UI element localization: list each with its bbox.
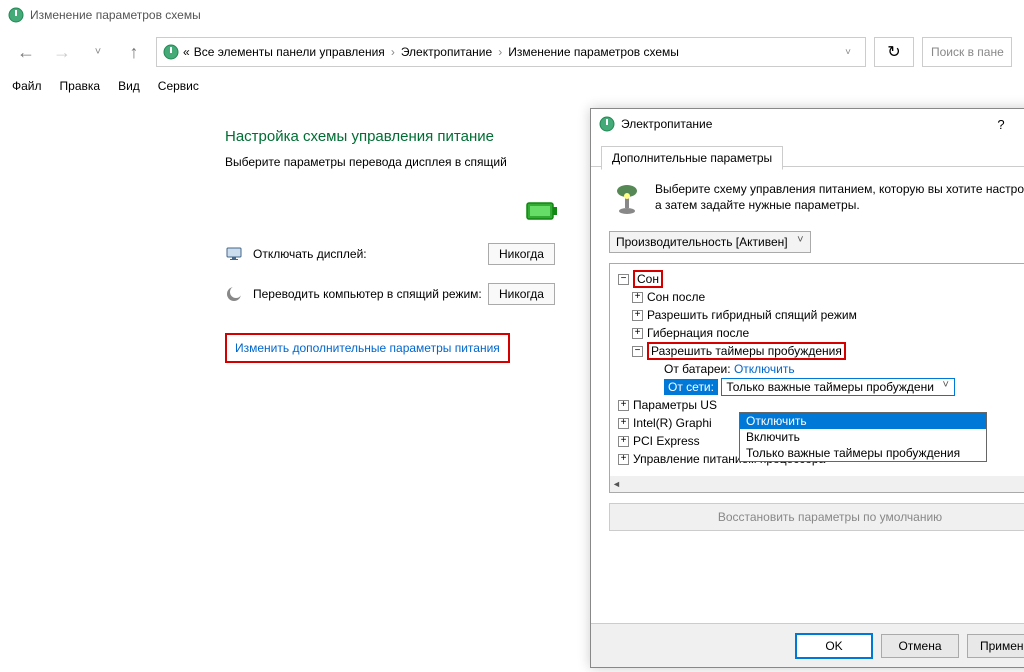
tree-intel-graphics[interactable]: Intel(R) Graphi xyxy=(633,416,712,430)
refresh-button[interactable]: ↻ xyxy=(874,37,914,67)
dialog-titlebar: Электропитание ? ✕ xyxy=(591,109,1024,139)
dropdown-option-disable[interactable]: Отключить xyxy=(740,413,986,429)
wake-ac-label: От сети: xyxy=(664,379,718,395)
power-plan-select[interactable]: Производительность [Активен] xyxy=(609,231,811,253)
dialog-title: Электропитание xyxy=(621,117,981,131)
breadcrumb-item[interactable]: Все элементы панели управления xyxy=(194,45,385,59)
menu-tools[interactable]: Сервис xyxy=(158,79,199,93)
restore-defaults-button[interactable]: Восстановить параметры по умолчанию xyxy=(609,503,1024,531)
menu-edit[interactable]: Правка xyxy=(60,79,101,93)
tree-wake-timers[interactable]: Разрешить таймеры пробуждения xyxy=(647,342,846,360)
tree-hscrollbar[interactable]: ◄ ► xyxy=(610,476,1024,492)
display-off-value[interactable]: Никогда xyxy=(488,243,555,265)
tree-hybrid-sleep[interactable]: Разрешить гибридный спящий режим xyxy=(647,308,857,322)
tree-sleep-after[interactable]: Сон после xyxy=(647,290,705,304)
advanced-link-highlight: Изменить дополнительные параметры питани… xyxy=(225,333,510,363)
advanced-settings-link[interactable]: Изменить дополнительные параметры питани… xyxy=(235,341,500,355)
nav-recent[interactable]: ˅ xyxy=(84,38,112,66)
ok-button[interactable]: OK xyxy=(795,633,873,659)
monitor-icon xyxy=(225,245,243,263)
cancel-button[interactable]: Отмена xyxy=(881,634,959,658)
tree-hibernate-after[interactable]: Гибернация после xyxy=(647,326,749,340)
tree-sleep[interactable]: Сон xyxy=(633,270,663,288)
breadcrumb-item[interactable]: Изменение параметров схемы xyxy=(508,45,679,59)
tree-pci-express[interactable]: PCI Express xyxy=(633,434,700,448)
expand-icon[interactable]: + xyxy=(632,310,643,321)
expand-icon[interactable]: + xyxy=(618,454,629,465)
battery-icon xyxy=(525,199,561,223)
breadcrumb-prefix: « xyxy=(183,45,190,59)
menu-file[interactable]: Файл xyxy=(12,79,42,93)
settings-tree: −Сон +Сон после +Разрешить гибридный спя… xyxy=(609,263,1024,493)
dialog-footer: OK Отмена Применить xyxy=(591,623,1024,667)
nav-forward[interactable]: → xyxy=(48,38,76,66)
sleep-label: Переводить компьютер в спящий режим: xyxy=(253,287,488,301)
wake-ac-dropdown: Отключить Включить Только важные таймеры… xyxy=(739,412,987,462)
wake-battery-value[interactable]: Отключить xyxy=(734,362,795,376)
collapse-icon[interactable]: − xyxy=(618,274,629,285)
wake-battery-label: От батареи: xyxy=(664,362,731,376)
expand-icon[interactable]: + xyxy=(618,418,629,429)
dialog-body: Выберите схему управления питанием, кото… xyxy=(591,167,1024,545)
dialog-description: Выберите схему управления питанием, кото… xyxy=(655,181,1024,217)
moon-icon xyxy=(225,285,243,303)
nav-up[interactable]: ↑ xyxy=(120,38,148,66)
chevron-right-icon: › xyxy=(496,45,504,59)
search-input[interactable]: Поиск в пане xyxy=(922,37,1012,67)
nav-back[interactable]: ← xyxy=(12,38,40,66)
apply-button[interactable]: Применить xyxy=(967,634,1024,658)
wake-ac-combo[interactable]: Только важные таймеры пробуждени xyxy=(721,378,955,396)
menu-view[interactable]: Вид xyxy=(118,79,140,93)
lamp-icon xyxy=(609,181,645,217)
window-title: Изменение параметров схемы xyxy=(30,8,201,22)
breadcrumb-item[interactable]: Электропитание xyxy=(401,45,492,59)
power-options-icon xyxy=(599,116,615,132)
power-options-dialog: Электропитание ? ✕ Дополнительные параме… xyxy=(590,108,1024,668)
tree-usb[interactable]: Параметры US xyxy=(633,398,717,412)
power-options-icon xyxy=(8,7,24,23)
collapse-icon[interactable]: − xyxy=(632,346,643,357)
power-options-icon xyxy=(163,44,179,60)
expand-icon[interactable]: + xyxy=(618,436,629,447)
dropdown-option-enable[interactable]: Включить xyxy=(740,429,986,445)
nav-row: ← → ˅ ↑ « Все элементы панели управления… xyxy=(0,30,1024,74)
tab-advanced[interactable]: Дополнительные параметры xyxy=(601,146,783,170)
tab-strip: Дополнительные параметры xyxy=(591,139,1024,167)
scroll-left-icon[interactable]: ◄ xyxy=(610,477,623,491)
display-off-label: Отключать дисплей: xyxy=(253,247,488,261)
expand-icon[interactable]: + xyxy=(632,292,643,303)
chevron-right-icon: › xyxy=(389,45,397,59)
expand-icon[interactable]: + xyxy=(618,400,629,411)
sleep-value[interactable]: Никогда xyxy=(488,283,555,305)
expand-icon[interactable]: + xyxy=(632,328,643,339)
menu-bar: Файл Правка Вид Сервис xyxy=(0,74,1024,98)
help-button[interactable]: ? xyxy=(981,109,1021,139)
explorer-titlebar: Изменение параметров схемы xyxy=(0,0,1024,30)
dropdown-option-important[interactable]: Только важные таймеры пробуждения xyxy=(740,445,986,461)
chevron-down-icon[interactable]: ˅ xyxy=(837,47,859,58)
breadcrumb[interactable]: « Все элементы панели управления › Элект… xyxy=(156,37,866,67)
